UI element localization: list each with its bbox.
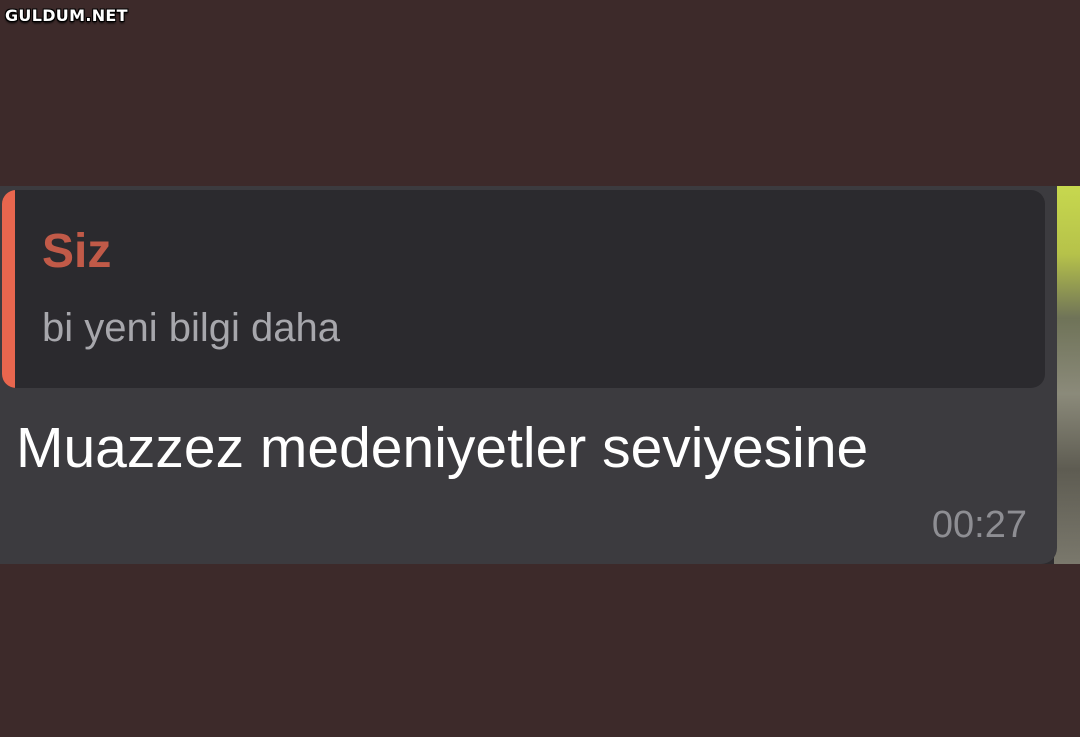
reply-quote-text: bi yeni bilgi daha bbox=[42, 306, 340, 350]
chat-wallpaper bbox=[1054, 186, 1080, 564]
reply-quote-accent-bar bbox=[2, 190, 15, 388]
chat-screenshot: Siz bi yeni bilgi daha Muazzez medeniyet… bbox=[0, 186, 1080, 564]
reply-quote[interactable]: Siz bi yeni bilgi daha bbox=[2, 190, 1045, 388]
message-timestamp: 00:27 bbox=[931, 504, 1027, 546]
site-watermark: GULDUM.NET bbox=[5, 6, 128, 25]
message-bubble[interactable]: Siz bi yeni bilgi daha Muazzez medeniyet… bbox=[0, 186, 1057, 564]
reply-quote-sender: Siz bbox=[42, 225, 112, 278]
message-text: Muazzez medeniyetler seviyesine bbox=[16, 416, 869, 480]
